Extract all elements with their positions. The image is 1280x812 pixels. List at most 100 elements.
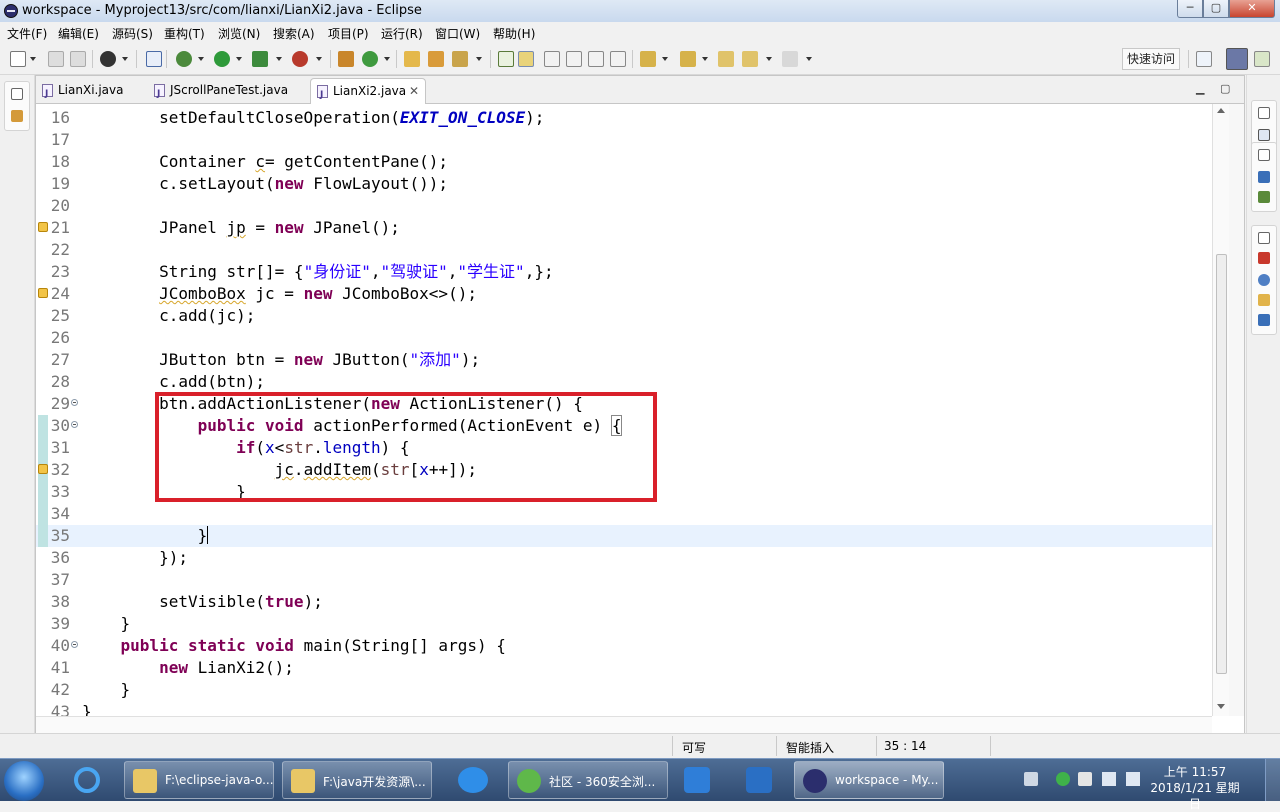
declaration-icon[interactable] <box>1258 294 1270 306</box>
menu-help[interactable]: 帮助(H) <box>493 25 535 42</box>
restore-icon[interactable] <box>1258 107 1270 119</box>
menu-refactor[interactable]: 重构(T) <box>164 25 205 42</box>
toggle-block-selection-icon[interactable] <box>544 51 560 67</box>
task-list-icon[interactable] <box>1258 129 1270 141</box>
restore-icon[interactable] <box>1258 232 1270 244</box>
word-wrap-icon[interactable] <box>566 51 582 67</box>
menu-run[interactable]: 运行(R) <box>381 25 423 42</box>
minimize-editor-icon[interactable]: ▁ <box>1196 82 1204 95</box>
security-icon[interactable] <box>1056 772 1070 786</box>
previous-annotation-icon[interactable] <box>680 51 696 67</box>
coverage-icon[interactable] <box>252 51 268 67</box>
code-line[interactable]: 34 <box>36 503 1212 525</box>
volume-icon[interactable] <box>1126 772 1140 786</box>
code-line[interactable]: 38 setVisible(true); <box>36 591 1212 613</box>
dropdown-icon[interactable] <box>384 57 390 61</box>
save-all-icon[interactable] <box>70 51 86 67</box>
type-hierarchy-icon[interactable] <box>1258 191 1270 203</box>
new-java-package-icon[interactable] <box>338 51 354 67</box>
code-line[interactable]: 40 public static void main(String[] args… <box>36 635 1212 657</box>
menu-navigate[interactable]: 浏览(N) <box>218 25 260 42</box>
code-line[interactable]: 27 JButton btn = new JButton("添加"); <box>36 349 1212 371</box>
keyboard-icon[interactable] <box>1024 772 1038 786</box>
code-line[interactable]: 39 } <box>36 613 1212 635</box>
maximize-button[interactable]: ▢ <box>1203 0 1229 18</box>
menu-edit[interactable]: 编辑(E) <box>58 25 99 42</box>
open-task-icon[interactable] <box>428 51 444 67</box>
debug-icon[interactable] <box>176 51 192 67</box>
menu-source[interactable]: 源码(S) <box>112 25 153 42</box>
code-line[interactable]: 17 <box>36 129 1212 151</box>
next-annotation-icon[interactable] <box>640 51 656 67</box>
dropdown-icon[interactable] <box>476 57 482 61</box>
code-line[interactable]: 43} <box>36 701 1212 716</box>
dropdown-icon[interactable] <box>806 57 812 61</box>
javadoc-icon[interactable] <box>1258 274 1270 286</box>
open-type-icon[interactable] <box>404 51 420 67</box>
restore-icon[interactable] <box>1258 149 1270 161</box>
code-line[interactable]: 35 } <box>36 525 1212 547</box>
app-icon[interactable] <box>742 763 776 797</box>
vertical-scrollbar[interactable] <box>1212 104 1230 716</box>
tab-lianxi2[interactable]: LianXi2.java ✕ <box>310 78 426 108</box>
baidu-cloud-icon[interactable] <box>456 763 490 797</box>
skip-breakpoints-icon[interactable] <box>146 51 162 67</box>
code-line[interactable]: 28 c.add(btn); <box>36 371 1212 393</box>
restore-icon[interactable] <box>11 88 23 100</box>
dropdown-icon[interactable] <box>702 57 708 61</box>
code-line[interactable]: 18 Container c= getContentPane(); <box>36 151 1212 173</box>
tab-jscrollpanetest[interactable]: JScrollPaneTest.java <box>148 78 308 107</box>
taskbar-item-eclipse-folder[interactable]: F:\eclipse-java-o... <box>124 761 274 799</box>
taskbar-item-java-folder[interactable]: F:\java开发资源\... <box>282 761 432 799</box>
show-paragraph-icon[interactable] <box>610 51 626 67</box>
outline-icon[interactable] <box>1258 171 1270 183</box>
minimize-button[interactable]: ─ <box>1177 0 1203 18</box>
fold-toggle-icon[interactable] <box>71 421 78 428</box>
maximize-editor-icon[interactable]: ▢ <box>1220 82 1230 95</box>
forward-icon[interactable] <box>782 51 798 67</box>
back-icon[interactable] <box>742 51 758 67</box>
menu-file[interactable]: 文件(F) <box>7 25 47 42</box>
code-line[interactable]: 22 <box>36 239 1212 261</box>
code-line[interactable]: 26 <box>36 327 1212 349</box>
toggle-mark-occurrences-icon[interactable] <box>518 51 534 67</box>
close-button[interactable]: ✕ <box>1229 0 1275 18</box>
external-tools-icon[interactable] <box>292 51 308 67</box>
tray-icon[interactable] <box>1078 772 1092 786</box>
debug-config-icon[interactable] <box>100 51 116 67</box>
menu-search[interactable]: 搜索(A) <box>273 25 315 42</box>
show-desktop-button[interactable] <box>1265 759 1280 801</box>
run-icon[interactable] <box>214 51 230 67</box>
fold-toggle-icon[interactable] <box>71 641 78 648</box>
code-line[interactable]: 25 c.add(jc); <box>36 305 1212 327</box>
code-line[interactable]: 19 c.setLayout(new FlowLayout()); <box>36 173 1212 195</box>
code-line[interactable]: 21 JPanel jp = new JPanel(); <box>36 217 1212 239</box>
quick-access-field[interactable]: 快速访问 <box>1122 48 1180 70</box>
code-line[interactable]: 42 } <box>36 679 1212 701</box>
scroll-up-arrow[interactable] <box>1217 108 1225 113</box>
dropdown-icon[interactable] <box>766 57 772 61</box>
dropdown-icon[interactable] <box>236 57 242 61</box>
code-line[interactable]: 24 JComboBox jc = new JComboBox<>(); <box>36 283 1212 305</box>
taskbar-item-eclipse[interactable]: workspace - My... <box>794 761 944 799</box>
package-explorer-icon[interactable] <box>11 110 23 122</box>
app-icon[interactable] <box>680 763 714 797</box>
search-icon[interactable] <box>452 51 468 67</box>
annotation-icon[interactable] <box>498 51 514 67</box>
show-whitespace-icon[interactable] <box>588 51 604 67</box>
java-perspective-icon[interactable] <box>1226 48 1248 70</box>
code-line[interactable]: 37 <box>36 569 1212 591</box>
menu-project[interactable]: 项目(P) <box>328 25 369 42</box>
code-line[interactable]: 23 String str[]= {"身份证","驾驶证","学生证",}; <box>36 261 1212 283</box>
dropdown-icon[interactable] <box>662 57 668 61</box>
horizontal-scrollbar[interactable] <box>36 716 1212 734</box>
dropdown-icon[interactable] <box>198 57 204 61</box>
close-tab-icon[interactable]: ✕ <box>409 79 419 104</box>
tab-lianxi[interactable]: LianXi.java <box>36 78 146 107</box>
fold-toggle-icon[interactable] <box>71 399 78 406</box>
code-line[interactable]: 16 setDefaultCloseOperation(EXIT_ON_CLOS… <box>36 107 1212 129</box>
new-dropdown-icon[interactable] <box>30 57 36 61</box>
problems-icon[interactable] <box>1258 252 1270 264</box>
internet-explorer-icon[interactable] <box>70 763 104 797</box>
system-clock[interactable]: 上午 11:57 2018/1/21 星期日 <box>1150 764 1240 812</box>
